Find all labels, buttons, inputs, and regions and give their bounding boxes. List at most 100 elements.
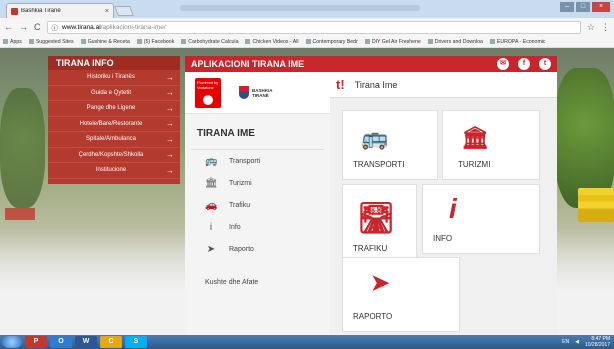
sidebar-item-label: Trafiku bbox=[229, 201, 251, 209]
road-icon: 🛣 bbox=[357, 202, 396, 235]
tirana-info-item[interactable]: Institucione → bbox=[48, 163, 180, 179]
bookmark-item[interactable]: Suggested Sites bbox=[29, 39, 74, 45]
tirana-info-item[interactable]: Guida e Qytetit → bbox=[48, 86, 180, 101]
start-button[interactable] bbox=[2, 336, 22, 348]
arrow-right-icon: → bbox=[166, 134, 174, 144]
sidebar-item-label: Turizmi bbox=[229, 179, 252, 187]
tirana-info-item-label: Çerdhe/Kopshte/Shkolla bbox=[78, 151, 144, 158]
new-tab-button[interactable] bbox=[114, 6, 134, 16]
send-icon: ➤ bbox=[206, 243, 216, 255]
url-path: /aplikacioni-tirana-ime/ bbox=[100, 23, 166, 31]
back-button[interactable]: ← bbox=[4, 22, 13, 32]
sidebar-item-transporti[interactable]: 🚌 Transporti bbox=[185, 150, 330, 172]
bookmark-item[interactable]: Apps bbox=[3, 39, 22, 45]
tab-title: Bashkia Tiranë bbox=[21, 8, 61, 14]
facebook-icon[interactable]: f bbox=[518, 58, 530, 70]
content-title: Tirana Ime bbox=[354, 79, 398, 90]
system-tray: EN ◀ 8:47 PM 10/28/2017 bbox=[562, 336, 610, 348]
tirana-info-item[interactable]: Spitale/Ambulanca → bbox=[48, 132, 180, 148]
clock-date: 10/28/2017 bbox=[584, 342, 610, 348]
taskbar-app-button[interactable]: C bbox=[100, 336, 122, 348]
browser-menu-icon[interactable]: ⋮ bbox=[601, 22, 610, 33]
tile-label: TRANSPORTI bbox=[353, 160, 405, 169]
info-icon: i bbox=[209, 221, 213, 233]
tile-raporto[interactable]: ➤ RAPORTO bbox=[342, 257, 460, 332]
minimize-button[interactable]: – bbox=[560, 2, 574, 12]
clock[interactable]: 8:47 PM 10/28/2017 bbox=[585, 336, 610, 348]
taskbar-app-button[interactable]: S bbox=[125, 336, 147, 348]
favicon-icon bbox=[11, 7, 18, 15]
tab-close-button[interactable]: × bbox=[105, 8, 109, 15]
volume-icon[interactable]: ◀ bbox=[575, 339, 579, 345]
browser-tab[interactable]: Bashkia Tiranë × bbox=[6, 3, 114, 18]
tirana-info-item[interactable]: Çerdhe/Kopshte/Shkolla → bbox=[48, 148, 180, 163]
bookmark-item[interactable]: Contemporary Bedr bbox=[306, 39, 358, 45]
address-bar[interactable]: ⓘ www.tirana.al/aplikacioni-tirana-ime/ bbox=[46, 20, 581, 34]
tirana-info-item[interactable]: Historiku i Tiranës → bbox=[48, 70, 180, 86]
tirana-info-item[interactable]: Pange dhe Ligene → bbox=[48, 101, 180, 117]
email-icon[interactable]: ✉ bbox=[497, 58, 509, 70]
brand-area: Powered by Vodafone BASHKIA TIRANË bbox=[185, 72, 330, 114]
vodafone-logo: Powered by Vodafone bbox=[195, 77, 221, 108]
bookmark-item[interactable]: (5) Facebook bbox=[137, 39, 175, 45]
bookmark-item[interactable]: Chicken Videos - All bbox=[245, 39, 298, 45]
reload-button[interactable]: C bbox=[34, 22, 41, 32]
terms-link[interactable]: Kushte dhe Afate bbox=[205, 279, 258, 286]
tirana-info-item[interactable]: Hotele/Bare/Restorante → bbox=[48, 117, 180, 132]
monument-icon: 🏛 bbox=[205, 177, 218, 189]
background-tree bbox=[0, 88, 45, 208]
sidebar-item-turizmi[interactable]: 🏛 Turizmi bbox=[185, 172, 330, 194]
url-domain: www.tirana.al bbox=[62, 23, 101, 31]
arrow-right-icon: → bbox=[166, 119, 174, 129]
tirana-info-title: TIRANA INFO bbox=[48, 56, 180, 70]
arrow-right-icon: → bbox=[166, 165, 174, 175]
bookmark-item[interactable]: DIY Gel Air Freshene bbox=[365, 39, 421, 45]
bookmark-item[interactable]: Gushine & Receta bbox=[81, 39, 130, 45]
tirane-text: TIRANË bbox=[252, 92, 269, 98]
tile-info[interactable]: i INFO bbox=[422, 184, 540, 254]
app-header: APLIKACIONI TIRANA IME ✉ f t bbox=[185, 56, 557, 72]
arrow-right-icon: → bbox=[166, 103, 174, 113]
background-bench bbox=[5, 208, 35, 220]
arrow-right-icon: → bbox=[166, 72, 174, 82]
maximize-button[interactable]: □ bbox=[576, 2, 590, 12]
sidebar-item-label: Raporto bbox=[229, 245, 254, 253]
windows-taskbar: P O W C S EN ◀ 8:47 PM 10/28/2017 bbox=[0, 335, 614, 349]
taskbar-app-button[interactable]: W bbox=[75, 336, 97, 348]
tile-transporti[interactable]: 🚌 TRANSPORTI bbox=[342, 110, 438, 180]
tirana-info-item-label: Institucione bbox=[95, 167, 127, 174]
tirana-info-menu: TIRANA INFO Historiku i Tiranës → Guida e… bbox=[48, 56, 180, 184]
tirana-info-item-label: Spitale/Ambulanca bbox=[85, 136, 137, 143]
window-close-button[interactable]: × bbox=[592, 2, 610, 12]
browser-titlebar: Bashkia Tiranë × – □ × bbox=[0, 0, 614, 18]
taskbar-app-button[interactable]: P bbox=[25, 336, 47, 348]
tile-turizmi[interactable]: 🏛 TURIZMI bbox=[442, 110, 540, 180]
bookmark-item[interactable]: EUROPA - Economic bbox=[490, 39, 546, 45]
language-indicator[interactable]: EN bbox=[562, 339, 569, 345]
tirana-info-item-label: Pange dhe Ligene bbox=[86, 105, 136, 112]
taskbar-app-button[interactable]: O bbox=[50, 336, 72, 348]
bus-icon: 🚌 bbox=[361, 125, 389, 150]
sidebar-item-label: Transporti bbox=[229, 157, 261, 165]
bookmark-star-icon[interactable]: ☆ bbox=[587, 22, 595, 33]
send-icon: ➤ bbox=[371, 270, 390, 295]
tile-label: TURIZMI bbox=[458, 160, 491, 169]
tirana-info-item-label: Guida e Qytetit bbox=[90, 89, 132, 96]
tirana-ime-logo: t! bbox=[336, 77, 345, 92]
forward-button[interactable]: → bbox=[19, 22, 28, 32]
crest-icon bbox=[239, 86, 249, 99]
twitter-icon[interactable]: t bbox=[539, 58, 551, 70]
monument-icon: 🏛 bbox=[461, 125, 489, 150]
app-sidebar: Powered by Vodafone BASHKIA TIRANË TIRANA… bbox=[185, 72, 330, 335]
bookmark-item[interactable]: Carbohydrate Calcula bbox=[181, 39, 238, 45]
sidebar-item-trafiku[interactable]: 🚗 Trafiku bbox=[185, 194, 330, 216]
bookmarks-bar: Apps Suggested Sites Gushine & Receta (5… bbox=[0, 36, 614, 48]
bookmark-item[interactable]: Drivers and Downloa bbox=[428, 39, 483, 45]
arrow-right-icon: → bbox=[166, 150, 174, 160]
tirana-info-item-label: Hotele/Bare/Restorante bbox=[79, 120, 143, 127]
info-icon: ⓘ bbox=[51, 25, 59, 32]
sidebar-item-raporto[interactable]: ➤ Raporto bbox=[185, 238, 330, 260]
background-tree bbox=[555, 68, 614, 208]
sidebar-item-info[interactable]: i Info bbox=[185, 216, 330, 238]
sidebar-item-label: Info bbox=[229, 223, 241, 231]
